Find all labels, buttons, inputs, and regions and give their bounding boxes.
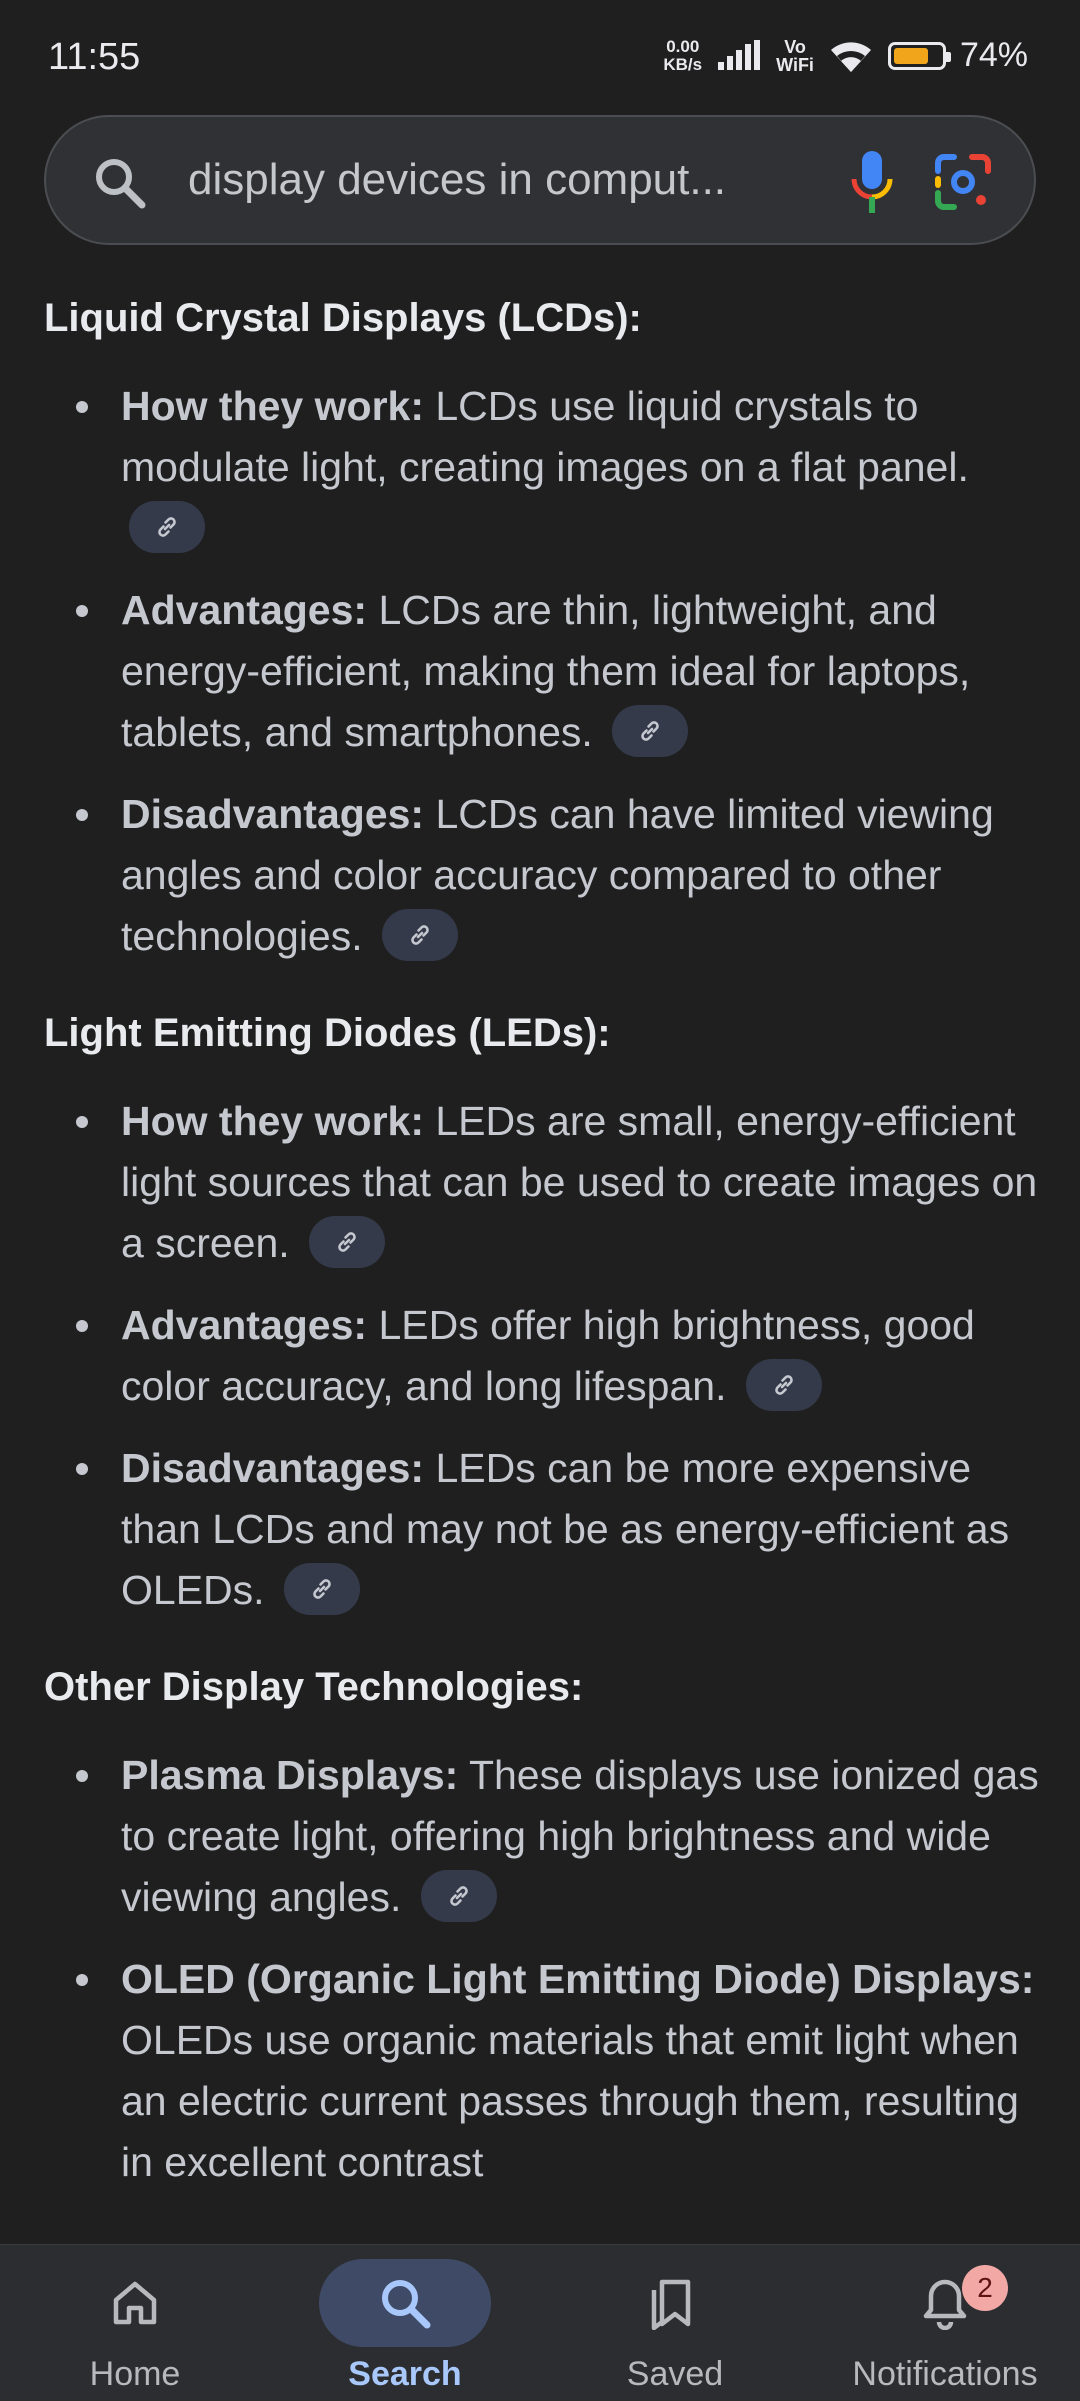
- vowifi-bottom: WiFi: [776, 54, 814, 75]
- source-link-button[interactable]: [283, 1563, 360, 1616]
- network-speed-value: 0.00: [666, 36, 700, 56]
- item-label: Plasma Displays:: [121, 1752, 459, 1798]
- battery-icon: [887, 41, 951, 70]
- item-label: Disadvantages:: [121, 1445, 425, 1491]
- battery-fill: [893, 47, 928, 64]
- list-item: Advantages: LCDs are thin, lightweight, …: [44, 580, 1040, 763]
- link-icon: [641, 721, 659, 741]
- section-title: Liquid Crystal Displays (LCDs):: [44, 296, 642, 340]
- link-icon: [449, 1886, 468, 1906]
- battery-percent: 74%: [959, 36, 1028, 74]
- microphone-icon[interactable]: [846, 149, 898, 215]
- bookmarks-icon: [651, 2279, 691, 2330]
- source-link-button[interactable]: [612, 705, 689, 758]
- list-item: How they work: LCDs use liquid crystals …: [44, 376, 1040, 559]
- home-icon: [113, 2281, 157, 2325]
- ai-overview-content: Liquid Crystal Displays (LCDs): How they…: [44, 290, 1040, 2231]
- nav-label: Notifications: [852, 2355, 1038, 2393]
- item-label: How they work:: [121, 383, 424, 429]
- bullet-list: Plasma Displays: These displays use ioni…: [44, 1745, 1040, 2193]
- item-label: How they work:: [121, 1098, 424, 1144]
- item-label: Disadvantages:: [121, 791, 425, 837]
- nav-home[interactable]: Home: [0, 2245, 270, 2401]
- section-title: Light Emitting Diodes (LEDs):: [44, 1011, 611, 1055]
- nav-icon-container: [859, 2259, 1031, 2347]
- status-icons: 0.00 KB/s Vo WiFi 74%: [663, 36, 1028, 75]
- google-lens-icon[interactable]: [934, 153, 992, 211]
- wifi-icon: [830, 41, 871, 72]
- source-link-button[interactable]: [129, 501, 205, 554]
- nav-icon-container: [49, 2259, 221, 2347]
- status-time: 11:55: [48, 36, 141, 78]
- nav-icon-container-active: [319, 2259, 491, 2347]
- search-query[interactable]: display devices in comput...: [188, 155, 726, 205]
- item-label: Advantages:: [121, 1302, 368, 1348]
- nav-label: Home: [89, 2355, 181, 2393]
- source-link-button[interactable]: [309, 1216, 386, 1269]
- nav-saved[interactable]: Saved: [540, 2245, 810, 2401]
- search-icon: [96, 159, 146, 209]
- nav-label: Search: [348, 2355, 462, 2393]
- nav-notifications[interactable]: 2 Notifications: [810, 2245, 1080, 2401]
- section-title: Other Display Technologies:: [44, 1665, 584, 1709]
- item-label: Advantages:: [121, 587, 368, 633]
- source-link-button[interactable]: [745, 1359, 822, 1412]
- bottom-navigation: Home Search Saved 2 Notifications: [0, 2244, 1080, 2401]
- network-speed: 0.00 KB/s: [663, 36, 703, 74]
- list-item: How they work: LEDs are small, energy-ef…: [44, 1091, 1040, 1274]
- search-bar[interactable]: display devices in comput...: [44, 115, 1036, 245]
- search-icon: [382, 2280, 431, 2329]
- link-icon: [313, 1579, 331, 1599]
- vowifi-indicator: Vo WiFi: [776, 38, 814, 74]
- vowifi-top: Vo: [784, 36, 806, 57]
- section-led: Light Emitting Diodes (LEDs): How they w…: [44, 1005, 1040, 1621]
- link-icon: [158, 517, 176, 537]
- nav-icon-container: [589, 2259, 761, 2347]
- list-item: Plasma Displays: These displays use ioni…: [44, 1745, 1040, 1928]
- link-icon: [338, 1232, 356, 1252]
- notification-count-badge: 2: [962, 2265, 1008, 2311]
- network-speed-unit: KB/s: [663, 54, 703, 74]
- status-bar: 11:55 0.00 KB/s Vo WiFi 74%: [0, 0, 1080, 110]
- link-icon: [411, 925, 429, 945]
- bullet-list: How they work: LCDs use liquid crystals …: [44, 376, 1040, 967]
- nav-label: Saved: [626, 2355, 724, 2393]
- nav-search[interactable]: Search: [270, 2245, 540, 2401]
- link-icon: [775, 1375, 793, 1395]
- item-text: OLEDs use organic materials that emit li…: [121, 2017, 1019, 2185]
- section-lcd: Liquid Crystal Displays (LCDs): How they…: [44, 290, 1040, 967]
- source-link-button[interactable]: [420, 1870, 497, 1923]
- signal-icon: [718, 39, 761, 70]
- list-item: Disadvantages: LCDs can have limited vie…: [44, 784, 1040, 967]
- section-other: Other Display Technologies: Plasma Displ…: [44, 1659, 1040, 2193]
- bullet-list: How they work: LEDs are small, energy-ef…: [44, 1091, 1040, 1621]
- list-item: OLED (Organic Light Emitting Diode) Disp…: [44, 1949, 1040, 2193]
- item-label: OLED (Organic Light Emitting Diode) Disp…: [121, 1956, 1035, 2002]
- list-item: Advantages: LEDs offer high brightness, …: [44, 1295, 1040, 1417]
- source-link-button[interactable]: [382, 909, 459, 962]
- list-item: Disadvantages: LEDs can be more expensiv…: [44, 1438, 1040, 1621]
